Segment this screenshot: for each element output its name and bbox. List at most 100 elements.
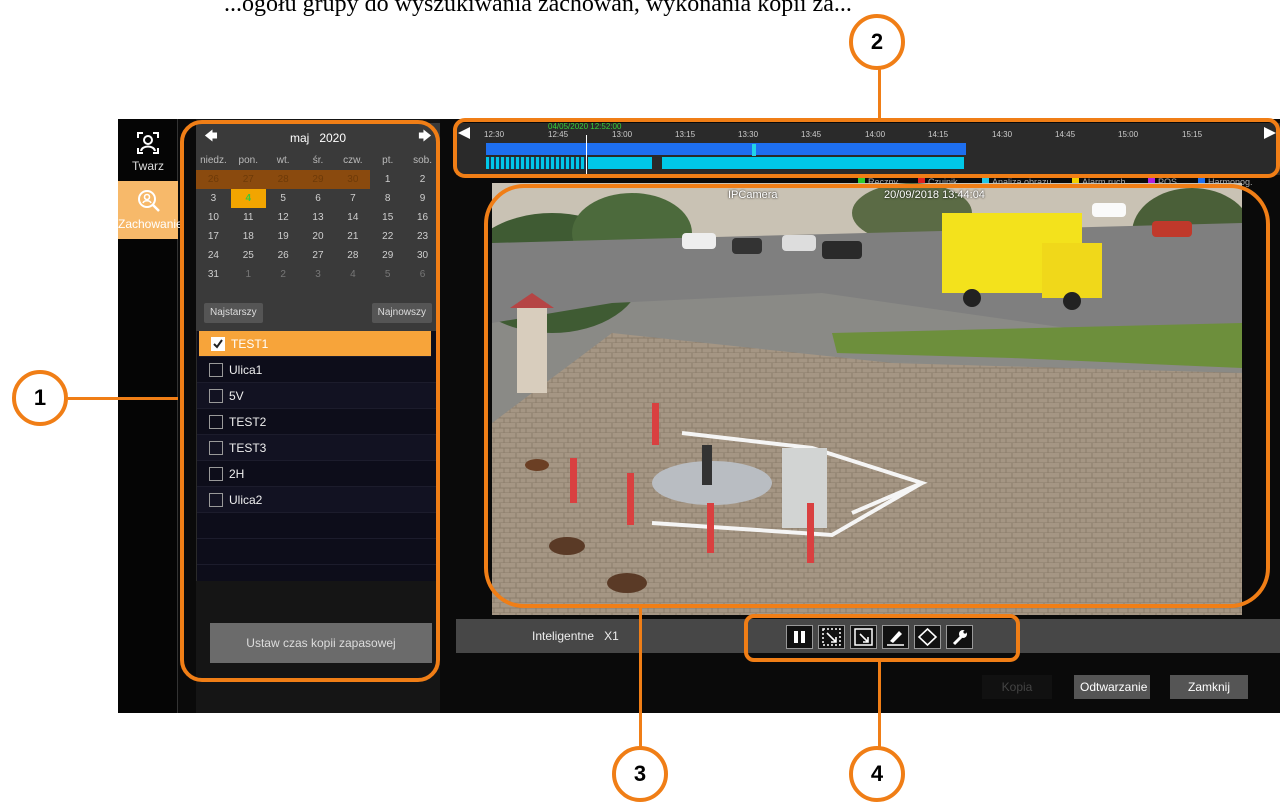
calendar-day[interactable]: 27 <box>230 170 266 189</box>
calendar-day[interactable]: 21 <box>335 227 370 246</box>
channel-checkbox[interactable] <box>211 337 225 351</box>
newest-button[interactable]: Najnowszy <box>371 303 432 323</box>
document-caption: ...ogółu grupy do wyszukiwania zachowań,… <box>0 0 1280 30</box>
calendar-day[interactable]: 24 <box>196 246 231 265</box>
calendar-day[interactable]: 1 <box>231 265 266 284</box>
caption-text: ...ogółu grupy do wyszukiwania zachowań,… <box>224 0 852 17</box>
channel-item[interactable]: TEST2 <box>197 409 440 435</box>
calendar-day[interactable]: 5 <box>266 189 301 208</box>
area-button[interactable] <box>914 625 941 649</box>
calendar-day[interactable]: 26 <box>196 170 231 189</box>
calendar-day[interactable]: 28 <box>265 170 301 189</box>
calendar-day[interactable]: 6 <box>405 265 440 284</box>
calendar-day[interactable]: 13 <box>301 208 336 227</box>
callout-4: 4 <box>849 746 905 802</box>
calendar-day[interactable]: 26 <box>266 246 301 265</box>
calendar: 🡄 maj 2020 🡆 niedz. pon. wt. śr. czw. pt… <box>196 123 440 333</box>
weekday-label: sob. <box>413 155 433 166</box>
leader-line-3 <box>639 608 642 748</box>
nav-face-label: Twarz <box>131 159 164 173</box>
calendar-day[interactable]: 2 <box>266 265 301 284</box>
calendar-day[interactable]: 8 <box>370 189 405 208</box>
calendar-day[interactable]: 7 <box>335 189 370 208</box>
calendar-header: 🡄 maj 2020 🡆 <box>196 123 440 151</box>
arrow-right-icon[interactable]: 🡆 <box>418 129 432 143</box>
channel-item[interactable]: Ulica1 <box>197 357 440 383</box>
channel-name: TEST2 <box>229 415 267 429</box>
search-panel: 🡄 maj 2020 🡆 niedz. pon. wt. śr. czw. pt… <box>196 119 440 713</box>
calendar-day[interactable]: 11 <box>231 208 266 227</box>
timeline-tick: 12:30 <box>484 130 505 139</box>
timeline-cursor[interactable] <box>586 135 587 175</box>
calendar-day[interactable]: 22 <box>370 227 405 246</box>
timeline-tick: 14:45 <box>1055 130 1076 139</box>
timeline-tick: 14:30 <box>992 130 1013 139</box>
calendar-grid: niedz. pon. wt. śr. czw. pt. sob. 26 27 … <box>196 151 440 284</box>
zoom-out-button[interactable] <box>850 625 877 649</box>
calendar-day[interactable]: 19 <box>266 227 301 246</box>
timeline-tick: 14:15 <box>928 130 949 139</box>
nav-face[interactable]: Twarz <box>118 123 178 181</box>
calendar-day[interactable]: 2 <box>405 170 440 189</box>
zoom-in-button[interactable] <box>818 625 845 649</box>
channel-checkbox[interactable] <box>209 467 223 481</box>
timeline[interactable]: 04/05/2020 12:52:00 12:30 12:45 13:00 13… <box>456 122 1280 175</box>
calendar-day[interactable]: 28 <box>335 246 370 265</box>
calendar-day[interactable]: 29 <box>300 170 336 189</box>
channel-checkbox[interactable] <box>209 363 223 377</box>
zoom-out-icon <box>854 628 873 646</box>
calendar-day[interactable]: 23 <box>405 227 440 246</box>
calendar-day[interactable]: 1 <box>370 170 405 189</box>
calendar-day[interactable]: 30 <box>405 246 440 265</box>
channel-checkbox[interactable] <box>209 493 223 507</box>
calendar-day[interactable]: 25 <box>231 246 266 265</box>
calendar-day[interactable]: 6 <box>301 189 336 208</box>
channel-name: Ulica1 <box>229 363 263 377</box>
calendar-day[interactable]: 17 <box>196 227 231 246</box>
nav-behavior[interactable]: Zachowanie <box>118 181 183 239</box>
calendar-jump-buttons: Najstarszy Najnowszy <box>196 301 440 327</box>
channel-checkbox[interactable] <box>209 441 223 455</box>
calendar-day[interactable]: 3 <box>301 265 336 284</box>
calendar-day[interactable]: 18 <box>231 227 266 246</box>
pause-icon <box>794 631 805 643</box>
video-playback[interactable]: IPCamera 20/09/2018 13:44:04 <box>492 183 1242 615</box>
channel-item[interactable]: 2H <box>197 461 440 487</box>
calendar-day[interactable]: 3 <box>196 189 231 208</box>
calendar-day[interactable]: 5 <box>370 265 405 284</box>
calendar-day[interactable]: 9 <box>405 189 440 208</box>
weekday-label: śr. <box>312 155 324 166</box>
timeline-tick: 13:45 <box>801 130 822 139</box>
channel-item[interactable]: Ulica2 <box>197 487 440 513</box>
checkmark-icon <box>213 339 223 349</box>
settings-button[interactable] <box>946 625 973 649</box>
calendar-day[interactable]: 31 <box>196 265 231 284</box>
calendar-day[interactable]: 20 <box>301 227 336 246</box>
calendar-day[interactable]: 15 <box>370 208 405 227</box>
close-button[interactable]: Zamknij <box>1170 675 1248 699</box>
channel-checkbox[interactable] <box>209 389 223 403</box>
calendar-day[interactable]: 4 <box>335 265 370 284</box>
channel-item[interactable]: TEST3 <box>197 435 440 461</box>
calendar-day-selected[interactable]: 4 <box>230 189 266 208</box>
calendar-day[interactable]: 30 <box>335 170 371 189</box>
backup-time-button[interactable]: Ustaw czas kopii zapasowej <box>210 623 432 663</box>
calendar-day[interactable]: 16 <box>405 208 440 227</box>
channel-item[interactable]: TEST1 <box>199 331 431 357</box>
calendar-day[interactable]: 12 <box>266 208 301 227</box>
weekday-label: czw. <box>343 155 363 166</box>
draw-icon <box>887 631 904 646</box>
draw-button[interactable] <box>882 625 909 649</box>
calendar-day[interactable]: 10 <box>196 208 231 227</box>
channel-checkbox[interactable] <box>209 415 223 429</box>
pause-button[interactable] <box>786 625 813 649</box>
calendar-day[interactable]: 27 <box>301 246 336 265</box>
callout-3: 3 <box>612 746 668 802</box>
copy-button[interactable]: Kopia <box>982 675 1052 699</box>
timeline-tick: 13:30 <box>738 130 759 139</box>
calendar-day[interactable]: 14 <box>335 208 370 227</box>
playback-button[interactable]: Odtwarzanie <box>1074 675 1150 699</box>
channel-item[interactable]: 5V <box>197 383 440 409</box>
oldest-button[interactable]: Najstarszy <box>204 303 263 323</box>
calendar-day[interactable]: 29 <box>370 246 405 265</box>
